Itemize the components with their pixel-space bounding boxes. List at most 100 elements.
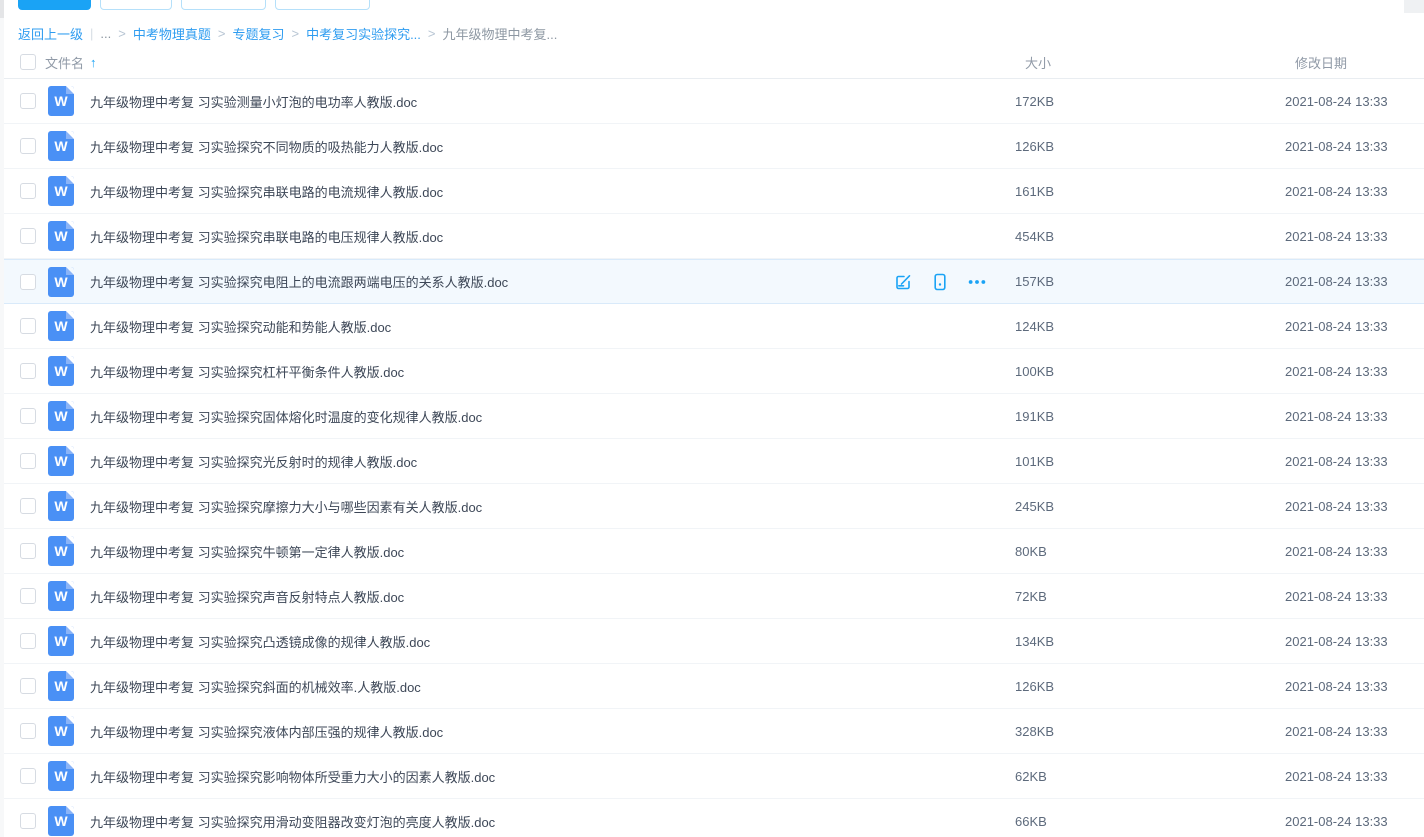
word-document-icon: W <box>48 761 74 791</box>
word-document-icon: W <box>48 581 74 611</box>
breadcrumb-separator: > <box>118 26 126 41</box>
file-name-cell: 九年级物理中考复 习实验测量小灯泡的电功率人教版.doc <box>90 91 1015 111</box>
file-name-cell: 九年级物理中考复 习实验探究斜面的机械效率.人教版.doc <box>90 676 1015 696</box>
file-name-cell: 九年级物理中考复 习实验探究凸透镜成像的规律人教版.doc <box>90 631 1015 651</box>
column-header-filename[interactable]: 文件名 ↑ <box>45 53 1015 72</box>
file-date: 2021-08-24 13:33 <box>1285 634 1424 649</box>
file-size: 172KB <box>1015 94 1285 109</box>
breadcrumb-link[interactable]: 中考复习实验探究... <box>306 24 421 43</box>
row-checkbox[interactable] <box>20 678 36 694</box>
file-name[interactable]: 九年级物理中考复 习实验探究用滑动变阻器改变灯泡的亮度人教版.doc <box>90 812 495 831</box>
column-header-date[interactable]: 修改日期 <box>1285 53 1424 72</box>
row-checkbox[interactable] <box>20 408 36 424</box>
row-checkbox[interactable] <box>20 93 36 109</box>
file-name[interactable]: 九年级物理中考复 习实验探究牛顿第一定律人教版.doc <box>90 542 404 561</box>
row-checkbox[interactable] <box>20 318 36 334</box>
breadcrumb-separator: > <box>218 26 226 41</box>
file-row[interactable]: W 九年级物理中考复 习实验测量小灯泡的电功率人教版.doc <box>4 79 1424 124</box>
primary-action-button[interactable] <box>18 0 91 10</box>
file-row[interactable]: W 九年级物理中考复 习实验探究影响物体所受重力大小的因素人教版.doc <box>4 754 1424 799</box>
breadcrumb-link[interactable]: 返回上一级 <box>18 24 83 43</box>
word-document-icon: W <box>48 806 74 836</box>
breadcrumb-ellipsis[interactable]: ... <box>100 26 111 41</box>
file-row[interactable]: W 九年级物理中考复 习实验探究液体内部压强的规律人教版.doc <box>4 709 1424 754</box>
file-name[interactable]: 九年级物理中考复 习实验探究串联电路的电压规律人教版.doc <box>90 227 443 246</box>
file-row[interactable]: W 九年级物理中考复 习实验探究光反射时的规律人教版.doc <box>4 439 1424 484</box>
word-document-icon: W <box>48 401 74 431</box>
row-checkbox[interactable] <box>20 633 36 649</box>
file-row[interactable]: W 九年级物理中考复 习实验探究电阻上的电流跟两端电压的关系人教版.doc <box>4 259 1424 304</box>
file-name[interactable]: 九年级物理中考复 习实验探究液体内部压强的规律人教版.doc <box>90 722 443 741</box>
breadcrumb-link[interactable]: 专题复习 <box>232 24 284 43</box>
file-name[interactable]: 九年级物理中考复 习实验探究摩擦力大小与哪些因素有关人教版.doc <box>90 497 482 516</box>
word-document-icon: W <box>48 176 74 206</box>
select-all-checkbox[interactable] <box>20 54 36 70</box>
scrollbar-thumb[interactable] <box>1404 0 1424 13</box>
word-document-icon: W <box>48 311 74 341</box>
column-header-size[interactable]: 大小 <box>1015 53 1285 72</box>
file-manager-panel: 返回上一级|...>中考物理真题>专题复习>中考复习实验探究...>九年级物理中… <box>4 0 1424 837</box>
file-name-cell: 九年级物理中考复 习实验探究牛顿第一定律人教版.doc <box>90 541 1015 561</box>
file-row[interactable]: W 九年级物理中考复 习实验探究凸透镜成像的规律人教版.doc <box>4 619 1424 664</box>
word-document-icon: W <box>48 221 74 251</box>
file-name[interactable]: 九年级物理中考复 习实验探究声音反射特点人教版.doc <box>90 587 404 606</box>
file-name[interactable]: 九年级物理中考复 习实验探究不同物质的吸热能力人教版.doc <box>90 137 443 156</box>
secondary-action-button-2[interactable] <box>181 0 266 10</box>
breadcrumb-link[interactable]: 中考物理真题 <box>133 24 211 43</box>
breadcrumb-divider: | <box>90 26 93 41</box>
file-name[interactable]: 九年级物理中考复 习实验探究电阻上的电流跟两端电压的关系人教版.doc <box>90 272 508 291</box>
file-row[interactable]: W 九年级物理中考复 习实验探究斜面的机械效率.人教版.doc <box>4 664 1424 709</box>
more-icon[interactable] <box>967 272 987 292</box>
file-name-cell: 九年级物理中考复 习实验探究液体内部压强的规律人教版.doc <box>90 721 1015 741</box>
row-checkbox[interactable] <box>20 138 36 154</box>
file-name[interactable]: 九年级物理中考复 习实验探究动能和势能人教版.doc <box>90 317 391 336</box>
row-checkbox[interactable] <box>20 453 36 469</box>
file-date: 2021-08-24 13:33 <box>1285 544 1424 559</box>
file-name[interactable]: 九年级物理中考复 习实验探究串联电路的电流规律人教版.doc <box>90 182 443 201</box>
file-date: 2021-08-24 13:33 <box>1285 229 1424 244</box>
word-document-icon: W <box>48 356 74 386</box>
row-checkbox[interactable] <box>20 274 36 290</box>
file-row[interactable]: W 九年级物理中考复 习实验探究串联电路的电流规律人教版.doc <box>4 169 1424 214</box>
file-size: 124KB <box>1015 319 1285 334</box>
row-checkbox[interactable] <box>20 723 36 739</box>
phone-icon[interactable] <box>930 272 950 292</box>
breadcrumb-current: 九年级物理中考复... <box>443 24 558 43</box>
secondary-action-button-1[interactable] <box>100 0 172 10</box>
secondary-action-button-3[interactable] <box>275 0 370 10</box>
word-document-icon: W <box>48 491 74 521</box>
file-name-cell: 九年级物理中考复 习实验探究摩擦力大小与哪些因素有关人教版.doc <box>90 496 1015 516</box>
file-name[interactable]: 九年级物理中考复 习实验探究杠杆平衡条件人教版.doc <box>90 362 404 381</box>
row-checkbox[interactable] <box>20 228 36 244</box>
file-row[interactable]: W 九年级物理中考复 习实验探究牛顿第一定律人教版.doc <box>4 529 1424 574</box>
file-row[interactable]: W 九年级物理中考复 习实验探究用滑动变阻器改变灯泡的亮度人教版.doc <box>4 799 1424 837</box>
file-date: 2021-08-24 13:33 <box>1285 679 1424 694</box>
file-row[interactable]: W 九年级物理中考复 习实验探究固体熔化时温度的变化规律人教版.doc <box>4 394 1424 439</box>
row-checkbox[interactable] <box>20 813 36 829</box>
file-name[interactable]: 九年级物理中考复 习实验探究光反射时的规律人教版.doc <box>90 452 417 471</box>
row-checkbox[interactable] <box>20 498 36 514</box>
file-name[interactable]: 九年级物理中考复 习实验探究影响物体所受重力大小的因素人教版.doc <box>90 767 495 786</box>
row-checkbox[interactable] <box>20 588 36 604</box>
file-row[interactable]: W 九年级物理中考复 习实验探究动能和势能人教版.doc <box>4 304 1424 349</box>
row-checkbox[interactable] <box>20 768 36 784</box>
file-date: 2021-08-24 13:33 <box>1285 769 1424 784</box>
row-checkbox[interactable] <box>20 363 36 379</box>
breadcrumb-separator: > <box>291 26 299 41</box>
file-name[interactable]: 九年级物理中考复 习实验测量小灯泡的电功率人教版.doc <box>90 92 417 111</box>
file-row[interactable]: W 九年级物理中考复 习实验探究摩擦力大小与哪些因素有关人教版.doc <box>4 484 1424 529</box>
file-date: 2021-08-24 13:33 <box>1285 364 1424 379</box>
file-size: 126KB <box>1015 679 1285 694</box>
file-name[interactable]: 九年级物理中考复 习实验探究斜面的机械效率.人教版.doc <box>90 677 421 696</box>
file-row[interactable]: W 九年级物理中考复 习实验探究串联电路的电压规律人教版.doc <box>4 214 1424 259</box>
file-name[interactable]: 九年级物理中考复 习实验探究凸透镜成像的规律人教版.doc <box>90 632 430 651</box>
file-size: 72KB <box>1015 589 1285 604</box>
file-name[interactable]: 九年级物理中考复 习实验探究固体熔化时温度的变化规律人教版.doc <box>90 407 482 426</box>
word-document-icon: W <box>48 267 74 297</box>
file-row[interactable]: W 九年级物理中考复 习实验探究不同物质的吸热能力人教版.doc <box>4 124 1424 169</box>
row-checkbox[interactable] <box>20 543 36 559</box>
file-row[interactable]: W 九年级物理中考复 习实验探究杠杆平衡条件人教版.doc <box>4 349 1424 394</box>
edit-icon[interactable] <box>893 272 913 292</box>
row-checkbox[interactable] <box>20 183 36 199</box>
file-row[interactable]: W 九年级物理中考复 习实验探究声音反射特点人教版.doc <box>4 574 1424 619</box>
